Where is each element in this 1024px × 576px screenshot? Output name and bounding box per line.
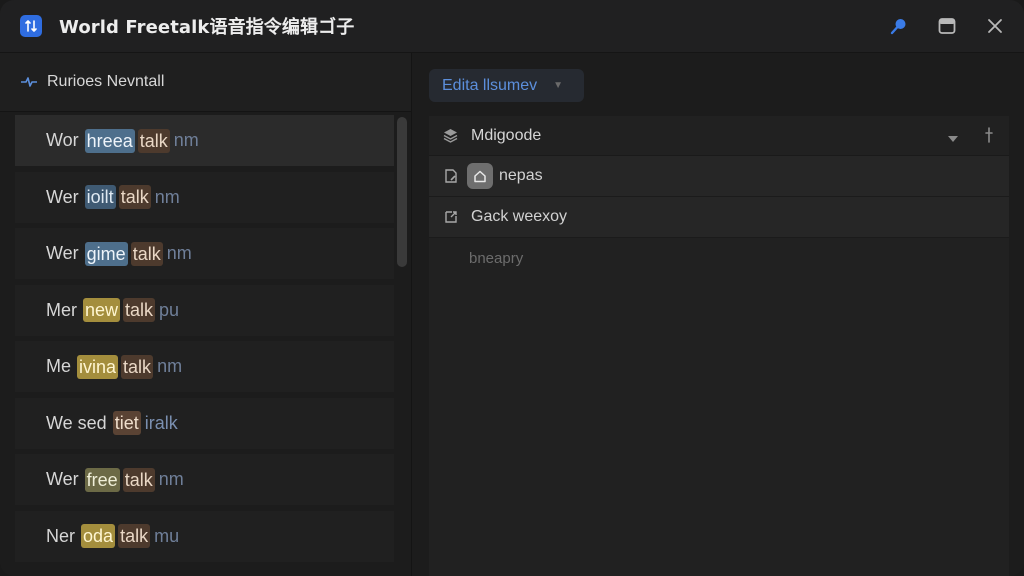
action-tag: talk	[130, 241, 163, 266]
command-word: Wor	[46, 130, 79, 150]
edit-dropdown-button[interactable]: Edita llsumev ▼	[429, 69, 584, 102]
command-word: Me	[46, 356, 72, 376]
action-tag: talk	[118, 185, 151, 209]
detail-item-label: nepas	[499, 167, 543, 184]
close-icon[interactable]	[984, 15, 1006, 37]
command-suffix: nm	[173, 130, 199, 150]
pin-icon[interactable]	[888, 15, 910, 37]
keyword-tag: free	[84, 467, 120, 492]
keyword-tag: ivina	[77, 354, 119, 379]
list-scrollbar[interactable]	[397, 117, 407, 267]
placeholder-text: bneapry	[469, 249, 524, 267]
command-word: Wer	[46, 243, 79, 263]
command-word: Mer	[46, 299, 77, 320]
list-header: Rurioes Nevntall	[0, 53, 411, 112]
list-item[interactable]: Wor hreea talk nm	[15, 115, 394, 166]
action-tag: talk	[122, 467, 155, 492]
edit-file-icon	[443, 168, 459, 184]
chevron-down-icon: ▼	[553, 80, 564, 91]
keyword-tag: oda	[81, 524, 116, 548]
keyword-tag: tiet	[112, 411, 141, 435]
export-icon	[443, 209, 459, 225]
command-word: Wer	[46, 469, 79, 489]
command-suffix: iralk	[144, 412, 178, 433]
home-badge-icon	[467, 163, 493, 189]
title-bar: World Freetalk语音指令编辑ゴ子	[0, 0, 1024, 53]
detail-section: Mdigoode nepas Gack weexoy bneapry	[429, 116, 1009, 576]
collapse-dropdown-icon[interactable]	[947, 130, 959, 148]
command-suffix: nm	[166, 243, 192, 263]
window-title: World Freetalk语音指令编辑ゴ子	[59, 17, 355, 38]
app-window: World Freetalk语音指令编辑ゴ子 Rurioes Nevntall …	[0, 0, 1024, 576]
action-tag: talk	[121, 354, 154, 379]
pin-section-icon[interactable]	[985, 127, 993, 148]
layers-icon	[442, 127, 459, 144]
list-item[interactable]: Me ivina talk nm	[15, 341, 394, 392]
list-header-label: Rurioes Nevntall	[47, 73, 165, 90]
command-list: Wor hreea talk nm Wer ioilt talk nm Wer gime talk n…	[15, 115, 394, 567]
keyword-tag: hreea	[84, 128, 135, 153]
list-item[interactable]: Wer gime talk nm	[15, 228, 394, 279]
keyword-tag: ioilt	[84, 185, 116, 209]
section-title: Mdigoode	[471, 126, 542, 144]
keyword-tag: gime	[84, 241, 128, 266]
command-list-panel: Rurioes Nevntall Wor hreea talk nm Wer ioilt t…	[0, 53, 412, 576]
command-suffix: mu	[154, 525, 180, 546]
list-item[interactable]: Wer ioilt talk nm	[15, 171, 394, 223]
list-item[interactable]: Mer new talk pu	[15, 284, 394, 336]
detail-item-label: Gack weexoy	[471, 208, 568, 225]
keyword-tag: new	[83, 298, 121, 322]
command-suffix: nm	[154, 186, 180, 207]
edit-button-label: Edita llsumev	[442, 76, 538, 94]
command-word: We sed	[46, 412, 107, 433]
action-tag: talk	[123, 298, 156, 322]
app-logo-icon	[20, 15, 42, 37]
empty-placeholder: bneapry	[429, 238, 1009, 278]
waveform-icon	[20, 73, 38, 91]
command-word: Ner	[46, 525, 76, 546]
detail-item-nepas[interactable]: nepas	[429, 156, 1009, 197]
list-item[interactable]: Ner oda talk mu	[15, 510, 394, 562]
detail-panel: Edita llsumev ▼ Mdigoode nepas Gack weex…	[412, 53, 1024, 576]
command-suffix: nm	[157, 356, 183, 376]
list-item[interactable]: We sed tiet iralk	[15, 397, 394, 449]
command-word: Wer	[46, 186, 79, 207]
list-item[interactable]: Wer free talk nm	[15, 454, 394, 505]
action-tag: talk	[118, 524, 151, 548]
maximize-icon[interactable]	[936, 15, 958, 37]
section-header[interactable]: Mdigoode	[429, 116, 1009, 156]
command-suffix: pu	[159, 299, 180, 320]
action-tag: talk	[137, 128, 170, 153]
command-suffix: nm	[158, 469, 184, 489]
detail-item-gack[interactable]: Gack weexoy	[429, 197, 1009, 238]
